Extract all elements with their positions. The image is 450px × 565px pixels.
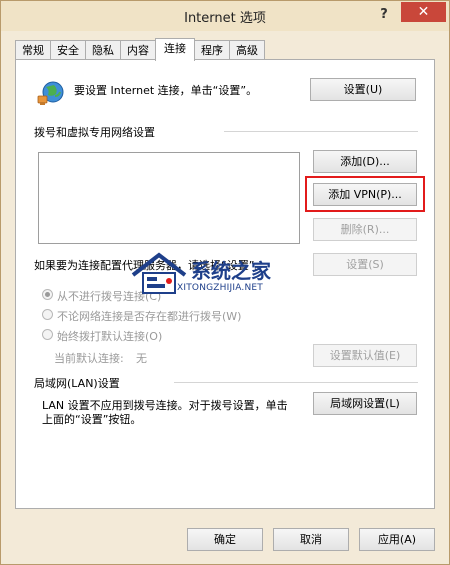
ok-button[interactable]: 确定 [187, 528, 263, 551]
radio-never-dial[interactable] [42, 289, 53, 300]
setup-description: 要设置 Internet 连接，单击“设置”。 [74, 84, 258, 97]
title-bar: Internet 选项 ? ✕ [1, 1, 449, 31]
delete-button[interactable]: 删除(R)... [313, 218, 417, 241]
lan-description-line2: 上面的“设置”按钮。 [42, 413, 142, 426]
radio-always-dial[interactable] [42, 329, 53, 340]
tab-security[interactable]: 安全 [50, 40, 86, 59]
tab-privacy[interactable]: 隐私 [85, 40, 121, 59]
lan-group-label: 局域网(LAN)设置 [34, 377, 120, 390]
globe-network-icon [37, 81, 64, 105]
watermark-url: XITONGZHIJIA.NET [177, 283, 263, 293]
lan-settings-button[interactable]: 局域网设置(L) [313, 392, 417, 415]
set-default-button[interactable]: 设置默认值(E) [313, 344, 417, 367]
lan-group-divider [174, 382, 418, 383]
close-button[interactable]: ✕ [401, 2, 446, 22]
internet-options-window: Internet 选项 ? ✕ 常规 安全 隐私 内容 连接 程序 高级 要设置… [0, 0, 450, 565]
default-connection-value: 无 [136, 352, 147, 365]
dialup-group-label: 拨号和虚拟专用网络设置 [34, 126, 155, 139]
tab-content[interactable]: 内容 [120, 40, 156, 59]
tab-advanced[interactable]: 高级 [229, 40, 265, 59]
dialog-footer: 确定 取消 应用(A) [1, 511, 449, 564]
help-button[interactable]: ? [373, 5, 395, 25]
radio-dial-whenever-label: 不论网络连接是否存在都进行拨号(W) [57, 310, 242, 323]
connections-list[interactable] [38, 152, 300, 244]
add-button[interactable]: 添加(D)... [313, 150, 417, 173]
add-vpn-highlight [305, 176, 425, 212]
tab-connections[interactable]: 连接 [155, 38, 195, 61]
watermark-text: 系统之家 [191, 259, 271, 283]
watermark-logo: 系统之家 XITONGZHIJIA.NET [129, 251, 319, 301]
apply-button[interactable]: 应用(A) [359, 528, 435, 551]
tab-programs[interactable]: 程序 [194, 40, 230, 59]
radio-always-dial-label: 始终拨打默认连接(O) [57, 330, 163, 343]
cancel-button[interactable]: 取消 [273, 528, 349, 551]
dialup-group-divider [224, 131, 418, 132]
radio-dial-whenever[interactable] [42, 309, 53, 320]
settings-button[interactable]: 设置(S) [313, 253, 417, 276]
setup-button[interactable]: 设置(U) [310, 78, 416, 101]
tab-general[interactable]: 常规 [15, 40, 51, 59]
default-connection-label: 当前默认连接: [54, 352, 124, 365]
